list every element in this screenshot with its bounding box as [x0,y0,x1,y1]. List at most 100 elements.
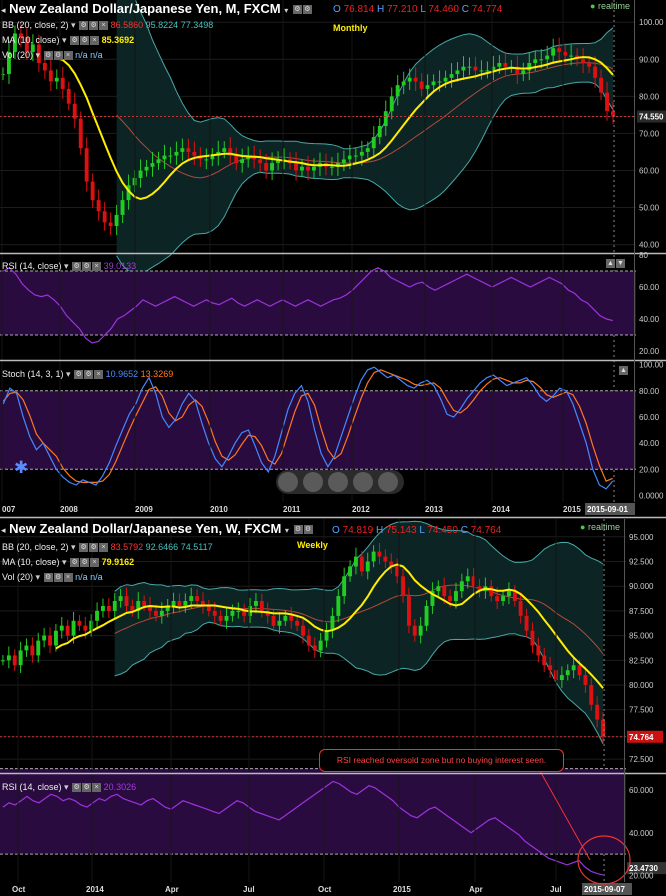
weekly-candle-body [124,596,129,606]
monthly-candle-body [180,148,185,152]
dropdown-icon[interactable]: ▾ [33,50,41,60]
monthly-stoch-tick: 80.00 [639,387,660,396]
settings-icon[interactable]: ⚙ [82,783,92,793]
weekly-candle-body [130,606,135,611]
monthly-stoch-tick: 20.00 [639,465,660,474]
dropdown-icon[interactable]: ▾ [60,557,67,567]
weekly-candle-body [601,719,605,737]
weekly-price-tick: 87.500 [629,607,654,616]
weekly-candle-body [418,625,423,636]
weekly-rsi-legend[interactable]: RSI (14, close) ▾ ⚙ ⚙ × 20.3026 [2,782,136,793]
monthly-ma-legend[interactable]: MA (10, close) ▾ ⚙ ⚙ × 85.3692 [2,35,134,46]
weekly-settings-icon[interactable]: ⚙ [293,525,303,535]
dropdown-icon[interactable]: ▾ [62,782,69,792]
settings-icon[interactable]: ⚙ [79,21,89,31]
zoom-in-button[interactable] [353,472,373,492]
settings-icon[interactable]: ⚙ [80,36,90,46]
weekly-title[interactable]: ◂ New Zealand Dollar/Japanese Yen, W, FX… [1,521,313,536]
monthly-settings-icon-2[interactable]: ⚙ [302,5,312,15]
close-icon[interactable]: × [90,36,100,46]
weekly-settings-icon-2[interactable]: ⚙ [303,525,313,535]
monthly-rsi-pane-controls[interactable]: ▲ ▼ [605,258,625,269]
scroll-right-button[interactable] [378,472,398,492]
settings-icon[interactable]: ⚙ [72,783,82,793]
weekly-title-dropdown-icon[interactable]: ▾ [285,526,289,535]
monthly-title-dropdown-icon[interactable]: ▾ [284,6,288,15]
scroll-left-button[interactable] [278,472,298,492]
zoom-out-button[interactable] [303,472,323,492]
close-icon[interactable]: × [99,543,109,553]
settings-icon[interactable]: ⚙ [43,573,53,583]
weekly-vol-label: Vol (20) [2,572,34,582]
dropdown-icon[interactable]: ▾ [33,572,41,582]
close-icon[interactable]: × [63,573,73,583]
monthly-candle-body [539,59,544,61]
close-icon[interactable]: × [94,370,104,380]
monthly-rsi-legend[interactable]: RSI (14, close) ▾ ⚙ ⚙ × 39.0133 [2,261,136,272]
settings-icon[interactable]: ⚙ [72,262,82,272]
close-icon[interactable]: × [92,783,102,793]
close-icon[interactable]: × [63,51,73,61]
monthly-stoch-tick: 60.00 [639,413,660,422]
monthly-title[interactable]: ◂ New Zealand Dollar/Japanese Yen, M, FX… [1,1,312,16]
settings-icon[interactable]: ⚙ [74,370,84,380]
dropdown-icon[interactable]: ▾ [69,20,76,30]
settings-icon[interactable]: ⚙ [79,543,89,553]
weekly-ma-legend[interactable]: MA (10, close) ▾ ⚙ ⚙ × 79.9162 [2,557,134,568]
move-up-icon[interactable]: ▲ [619,366,628,376]
monthly-candle-body [222,148,227,152]
move-up-icon[interactable]: ▲ [606,259,615,269]
monthly-settings-icon[interactable]: ⚙ [292,5,302,15]
monthly-stoch-label: Stoch (14, 3, 1) [2,369,64,379]
weekly-candle-body [342,576,347,597]
weekly-candle-body [177,601,182,606]
monthly-vol-legend[interactable]: Vol (20) ▾ ⚙ ⚙ × n/a n/a [2,50,103,61]
monthly-candle-body [258,159,263,164]
weekly-candle-body [383,556,388,562]
weekly-candle-body [206,606,211,611]
annotation-box[interactable]: RSI reached oversold zone but no buying … [319,749,564,772]
weekly-date-badge-text: 2015-09-07 [584,885,625,894]
sponsor-logo[interactable]: ✱ [14,458,36,478]
settings-icon[interactable]: ⚙ [43,51,53,61]
reset-zoom-button[interactable] [328,472,348,492]
monthly-stoch-pane-controls[interactable]: ▲ [618,365,628,376]
monthly-candle-body [497,63,502,67]
weekly-l-value: 74.450 [427,525,458,536]
settings-icon[interactable]: ⚙ [82,262,92,272]
settings-icon[interactable]: ⚙ [89,21,99,31]
weekly-xaxis-label: 2015 [393,885,411,894]
monthly-candle-body [407,77,412,82]
close-icon[interactable]: × [92,262,102,272]
close-icon[interactable]: × [90,558,100,568]
weekly-candle-body [271,615,276,626]
monthly-stoch-legend[interactable]: Stoch (14, 3, 1) ▾ ⚙ ⚙ × 10.9652 13.3269 [2,369,173,380]
settings-icon[interactable]: ⚙ [53,51,63,61]
dropdown-icon[interactable]: ▾ [60,35,67,45]
weekly-title-arrow: ◂ [1,525,6,535]
weekly-price-tick: 77.500 [629,706,654,715]
weekly-candle-body [365,561,370,572]
weekly-bb-legend[interactable]: BB (20, close, 2) ▾ ⚙ ⚙ × 83.5792 92.6466 … [2,542,213,553]
settings-icon[interactable]: ⚙ [84,370,94,380]
weekly-vol-legend[interactable]: Vol (20) ▾ ⚙ ⚙ × n/a n/a [2,572,103,583]
weekly-bb-mid: 83.5792 [110,542,144,552]
weekly-candle-body [336,596,341,616]
settings-icon[interactable]: ⚙ [53,573,63,583]
dropdown-icon[interactable]: ▾ [69,542,76,552]
weekly-candle-body [524,615,529,631]
settings-icon[interactable]: ⚙ [80,558,90,568]
settings-icon[interactable]: ⚙ [89,543,99,553]
close-icon[interactable]: × [99,21,109,31]
weekly-last-price-badge-text: 74.764 [629,733,654,742]
monthly-candle-body [401,81,406,86]
dropdown-icon[interactable]: ▾ [64,369,71,379]
monthly-bb-legend[interactable]: BB (20, close, 2) ▾ ⚙ ⚙ × 86.5860 95.8224 … [2,20,213,31]
weekly-candle-body [65,625,70,636]
monthly-stoch-tick: 40.00 [639,439,660,448]
settings-icon[interactable]: ⚙ [70,36,80,46]
settings-icon[interactable]: ⚙ [70,558,80,568]
weekly-candle-body [465,576,470,582]
dropdown-icon[interactable]: ▾ [62,261,69,271]
move-down-icon[interactable]: ▼ [616,259,625,269]
